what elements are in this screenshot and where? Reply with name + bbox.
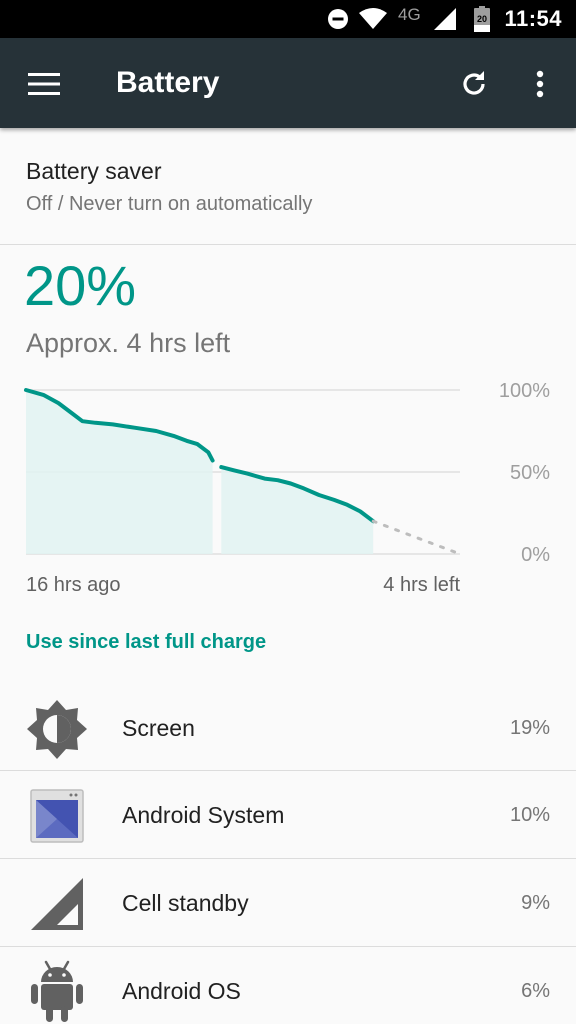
battery-time-remaining: Approx. 4 hrs left [26,328,231,358]
menu-icon [28,73,60,95]
chart-projection-line [371,519,462,556]
usage-item-label: Screen [122,715,195,741]
status-bar: 4G 20 11:54 [0,0,576,38]
menu-button[interactable] [20,60,68,108]
usage-item-cell-standby[interactable]: Cell standby 9% [0,859,576,947]
status-clock: 11:54 [504,6,562,31]
chart-area-fill [26,390,213,554]
refresh-button[interactable] [450,60,498,108]
wifi-icon [358,0,388,38]
app-bar: Battery [0,38,576,128]
usage-item-label: Android OS [122,978,241,1004]
battery-icon: 20 [470,0,494,38]
android-system-icon [26,785,88,847]
network-type-label: 4G [398,5,421,24]
usage-item-percent: 6% [521,980,550,1002]
usage-section-header: Use since last full charge [26,631,267,653]
more-options-button[interactable] [516,60,564,108]
android-robot-icon [26,960,88,1023]
do-not-disturb-icon [326,0,350,38]
chart-area-fill [221,467,374,554]
chart-x-label-start: 16 hrs ago [26,574,121,596]
usage-item-percent: 19% [509,717,550,739]
usage-item-label: Cell standby [122,890,249,916]
divider [0,244,576,245]
chart-x-label-end: 4 hrs left [383,574,460,596]
usage-item-android-os[interactable]: Android OS 6% [0,947,576,1024]
usage-item-android-system[interactable]: Android System 10% [0,771,576,859]
battery-level: 20% [24,254,137,317]
usage-item-percent: 9% [521,892,550,914]
battery-history-chart: 100% 50% 0% [24,380,550,566]
battery-saver-subtitle: Off / Never turn on automatically [26,193,313,215]
chart-y-tick-label: 0% [521,544,550,566]
battery-level-text: 20 [477,14,487,24]
usage-item-percent: 10% [509,804,550,826]
chart-y-tick-label: 50% [510,462,550,484]
refresh-icon [463,71,485,95]
battery-saver-title: Battery saver [26,158,162,184]
cell-standby-icon [26,873,88,935]
chart-y-tick-label: 100% [499,380,550,402]
cell-signal-icon [432,0,458,38]
brightness-icon [26,698,88,760]
usage-item-screen[interactable]: Screen 19% [0,684,576,772]
page-title: Battery [116,66,220,99]
usage-item-label: Android System [122,802,285,828]
battery-saver-row[interactable]: Battery saver Off / Never turn on automa… [0,128,576,244]
more-vert-icon [536,70,544,98]
